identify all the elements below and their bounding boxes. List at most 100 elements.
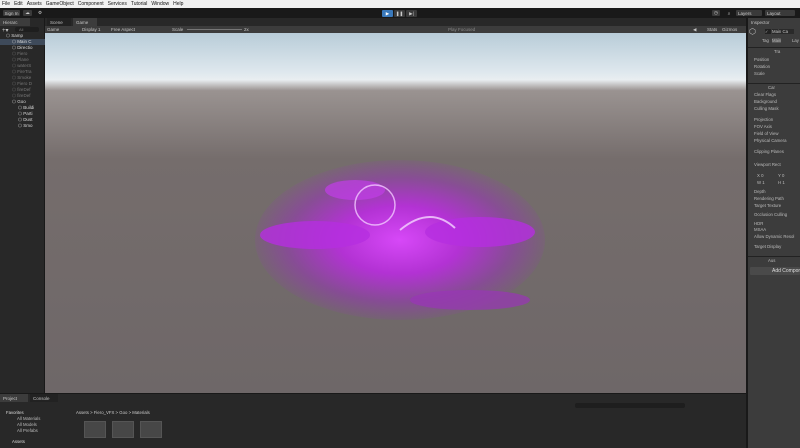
tab-scene[interactable]: Scene (47, 18, 71, 26)
display-dropdown[interactable]: Display 1 (82, 27, 101, 32)
camera-field-label: HDR (754, 221, 764, 226)
play-button[interactable]: ▶ (382, 10, 393, 17)
component-title: Aus (768, 258, 776, 263)
assets-folder[interactable]: Assets (12, 439, 25, 444)
tab-label: Inspector (751, 19, 770, 25)
tag-label: Tag (762, 38, 769, 43)
tag-dropdown[interactable]: Main (772, 38, 782, 43)
crumb[interactable]: Fiero_VFX (94, 410, 115, 415)
fav-all-models[interactable]: All Models (17, 422, 37, 427)
sign-in-button[interactable]: Sign In (3, 10, 20, 16)
vp-x[interactable]: X 0 (757, 173, 763, 178)
camera-field-label: Target Texture (754, 203, 782, 208)
object-name-input[interactable]: Main Ca (772, 29, 794, 34)
transform-field-label: Scale (754, 71, 765, 76)
tab-inspector[interactable]: Inspector (748, 18, 778, 26)
tab-label: Game (76, 19, 89, 25)
menu-item[interactable]: Assets (27, 1, 42, 7)
fav-all-prefabs[interactable]: All Prefabs (17, 428, 38, 433)
material-thumbnail[interactable] (84, 421, 106, 438)
camera-field-label: Field of View (754, 131, 779, 136)
camera-field-label: Target Display (754, 244, 782, 249)
camera-field-label: Viewport Rect (754, 162, 781, 167)
cloud-icon[interactable]: ☁ (23, 10, 32, 16)
gizmos-dropdown[interactable]: Gizmos (722, 27, 737, 32)
camera-field-label: Physical Camera (754, 138, 787, 143)
camera-field-label: MSAA (754, 227, 767, 232)
goo-blobs (260, 180, 535, 310)
menu-item[interactable]: Component (78, 1, 104, 7)
hierarchy-item-label: Fiero (17, 51, 28, 56)
vp-h[interactable]: H 1 (778, 180, 785, 185)
layout-dropdown[interactable]: Layout (765, 10, 795, 16)
scale-label: Scale (172, 27, 184, 32)
menu-item[interactable]: Edit (14, 1, 23, 7)
hierarchy-item-label: FireTra (17, 69, 32, 74)
pause-button[interactable]: ❚❚ (394, 10, 405, 17)
step-button[interactable]: ▶| (406, 10, 417, 17)
menu-item[interactable]: GameObject (46, 1, 74, 7)
crumb[interactable]: Assets (76, 410, 89, 415)
tab-hierarchy[interactable]: Hierarc (0, 18, 30, 26)
hierarchy-item-label: waterS (17, 63, 32, 68)
camera-field-label: Projection (754, 117, 774, 122)
crumb[interactable]: Materials (132, 410, 149, 415)
layers-dropdown[interactable]: Layers (736, 10, 762, 16)
add-component-button[interactable]: Add Compone (750, 267, 800, 275)
favorites-header[interactable]: Favorites (6, 410, 24, 415)
gameobject-cube-icon: ⬡ (749, 27, 756, 36)
material-thumbnail[interactable] (140, 421, 162, 438)
vp-w[interactable]: W 1 (757, 180, 765, 185)
menu-item[interactable]: Tutorial (131, 1, 148, 7)
hierarchy-item-label: fireDef (17, 93, 31, 98)
camera-field-label: Clipping Planes (754, 149, 784, 154)
hierarchy-item-label: Smoke (17, 75, 32, 80)
inspector-panel: Inspector ⬡ ✓ Main Ca Tag Main Lay Tra C… (748, 18, 800, 448)
menu-item[interactable]: File (2, 1, 10, 7)
tab-console[interactable]: Console (30, 394, 58, 402)
camera-field-label: Allow Dynamic Resol (754, 234, 795, 239)
layer-label: Lay (792, 38, 799, 43)
collab-icon[interactable]: ⚙ (36, 10, 44, 16)
menu-item[interactable]: Services (108, 1, 127, 7)
tab-game[interactable]: Game (73, 18, 97, 26)
vp-h-value: 1 (782, 180, 785, 185)
camera-header[interactable]: Car (748, 83, 800, 90)
camera-field-label: Depth (754, 189, 766, 194)
scale-slider[interactable] (187, 29, 242, 30)
camera-field-label: Background (754, 99, 777, 104)
component-title: Car (768, 85, 775, 90)
fav-all-materials[interactable]: All Materials (17, 416, 40, 421)
game-mode-dropdown[interactable]: Game (47, 27, 59, 32)
menu-item[interactable]: Help (173, 1, 183, 7)
search-icon[interactable]: ⌕ (725, 10, 733, 16)
menu-item[interactable]: Window (151, 1, 169, 7)
camera-field-label: FOV Axis (754, 124, 772, 129)
camera-field-label: Rendering Path (754, 196, 784, 201)
crumb[interactable]: Goo (119, 410, 127, 415)
hierarchy-list: ⬡ Samp ⬡ Main C ⬡ Directio ⬡ Fiero ⬡ Plane ⬡ … (0, 33, 45, 129)
transform-header[interactable]: Tra (748, 47, 800, 54)
tab-project[interactable]: Project (0, 394, 28, 402)
stats-button[interactable]: Stats (707, 27, 717, 32)
vp-y[interactable]: Y 0 (778, 173, 784, 178)
camera-field-label: Culling Mask (754, 106, 779, 111)
hierarchy-search-input[interactable]: All (15, 27, 39, 32)
scale-value: 2x (244, 27, 249, 32)
active-checkbox[interactable]: ✓ (765, 29, 771, 34)
component-title: Tra (774, 49, 781, 54)
history-icon[interactable]: ◷ (712, 10, 720, 16)
camera-field-label: Occlusion Culling (754, 212, 788, 217)
material-thumbnail[interactable] (112, 421, 134, 438)
hierarchy-item-label: fireDef (17, 87, 31, 92)
project-search-input[interactable] (575, 403, 685, 408)
aspect-dropdown[interactable]: Free Aspect (111, 27, 135, 32)
breadcrumb: Assets > Fiero_VFX > Goo > Materials (76, 410, 150, 415)
hierarchy-item[interactable]: ⬡ Smo (0, 123, 45, 129)
transform-field-label: Rotation (754, 64, 771, 69)
transform-field-label: Position (754, 57, 770, 62)
tab-label: Console (33, 395, 50, 401)
game-toolbar: Game Display 1 Free Aspect Scale 2x Play… (45, 26, 746, 33)
play-focused-dropdown[interactable]: Play Focused (448, 27, 475, 32)
audio-listener-header[interactable]: Aus (748, 256, 800, 263)
